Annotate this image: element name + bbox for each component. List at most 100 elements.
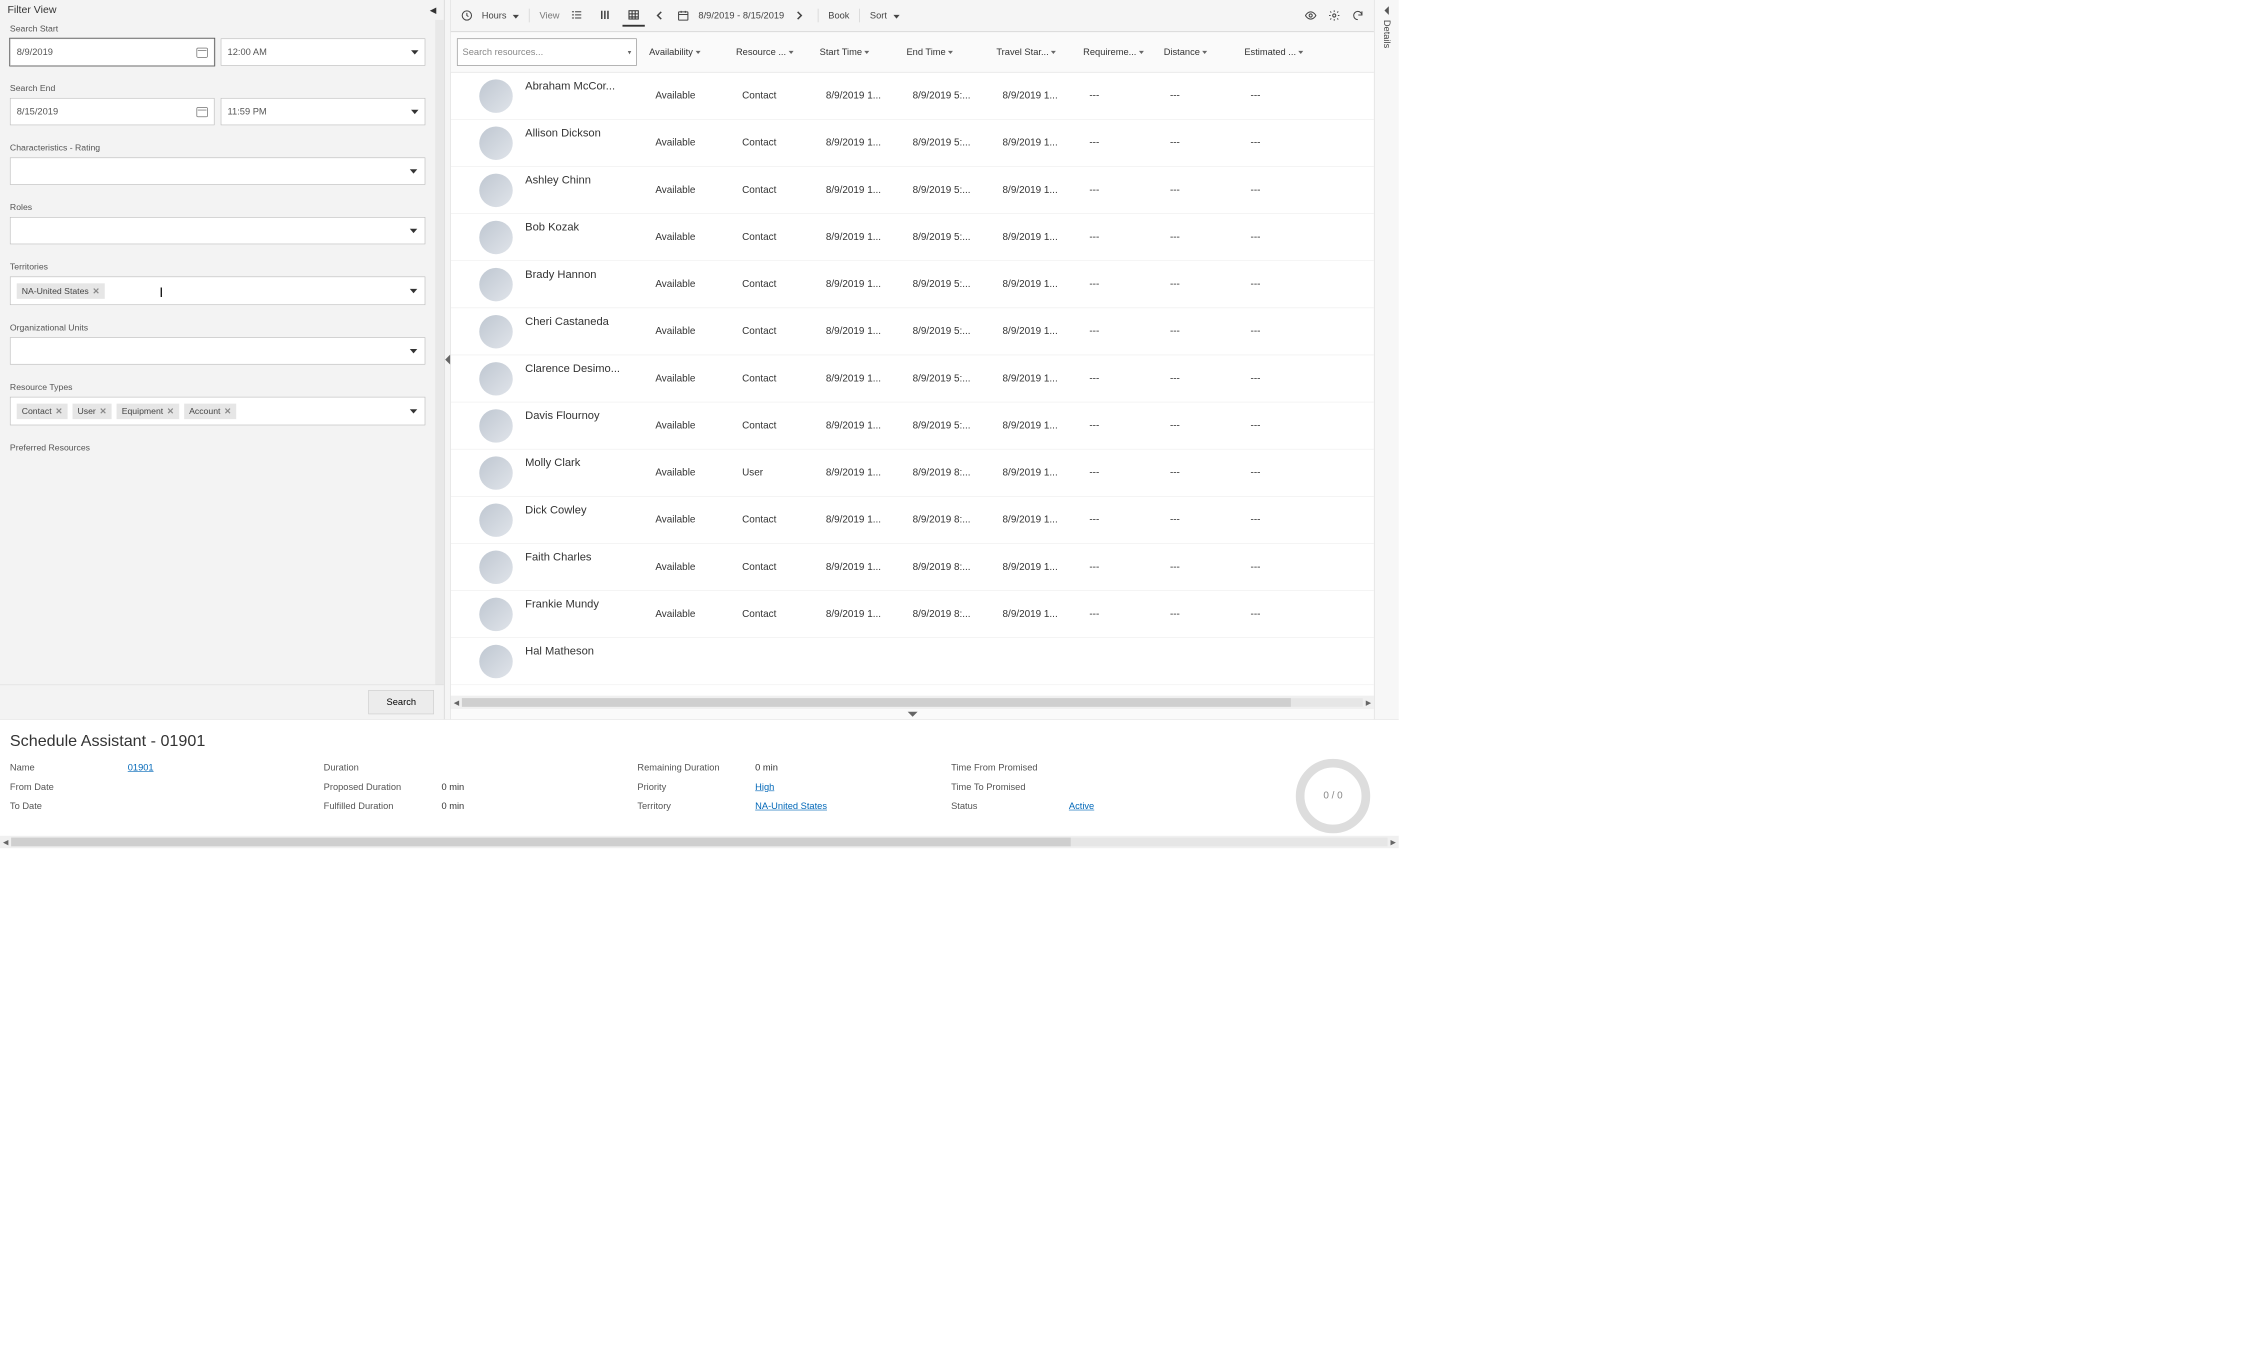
table-row[interactable]: Hal Matheson [451,638,1374,685]
search-start-date-input[interactable]: 8/9/2019 [10,38,215,65]
gear-icon[interactable] [1326,7,1343,24]
eye-icon[interactable] [1302,7,1319,24]
table-row[interactable]: Clarence Desimo...AvailableContact8/9/20… [451,355,1374,402]
detail-status-link[interactable]: Active [1069,801,1094,812]
view-list-button[interactable] [566,4,588,26]
cell-resource-type: Contact [742,184,826,195]
search-end-time-input[interactable]: 11:59 PM [221,98,426,125]
table-row[interactable]: Dick CowleyAvailableContact8/9/2019 1...… [451,497,1374,544]
cell-distance: --- [1170,467,1251,478]
cell-availability: Available [655,184,742,195]
table-row[interactable]: Cheri CastanedaAvailableContact8/9/2019 … [451,308,1374,355]
col-requirement[interactable]: Requireme... [1083,47,1164,58]
territories-dropdown[interactable]: NA-United States ✕ I [10,277,425,306]
scroll-left-icon[interactable]: ◀ [0,838,11,846]
hours-dropdown[interactable]: Hours [482,10,519,21]
next-button[interactable] [790,7,807,24]
cell-estimated: --- [1251,373,1332,384]
calendar-icon[interactable] [197,47,208,58]
view-label: View [540,10,560,21]
cell-distance: --- [1170,279,1251,290]
scroll-right-icon[interactable]: ▶ [1363,698,1374,706]
detail-priority-link[interactable]: High [755,782,774,793]
remove-tag-icon[interactable]: ✕ [92,286,99,297]
scroll-left-icon[interactable]: ◀ [451,698,462,706]
col-distance[interactable]: Distance [1164,47,1245,58]
col-estimated[interactable]: Estimated ... [1244,47,1325,58]
avatar [479,409,512,442]
text-cursor-icon: I [159,285,160,300]
book-button[interactable]: Book [828,10,849,21]
view-columns-button[interactable] [594,4,616,26]
horizontal-scrollbar[interactable]: ◀ ▶ [451,696,1374,710]
chevron-down-icon [410,349,417,353]
grid-wrapper[interactable]: Search resources... ▾ Availability Resou… [451,32,1374,695]
chevron-left-icon [1384,6,1388,15]
avatar [479,268,512,301]
remove-tag-icon[interactable]: ✕ [100,406,107,417]
resource-name: Hal Matheson [525,645,655,658]
resource-name: Allison Dickson [525,126,655,139]
cell-end-time: 8/9/2019 5:... [913,326,1003,337]
cell-start-time: 8/9/2019 1... [826,609,913,620]
search-button[interactable]: Search [369,690,434,714]
table-row[interactable]: Faith CharlesAvailableContact8/9/2019 1.… [451,544,1374,591]
filter-title: Filter View [7,4,56,16]
characteristics-dropdown[interactable] [10,157,425,184]
sort-dropdown[interactable]: Sort [870,10,900,21]
resource-types-dropdown[interactable]: Contact✕ User✕ Equipment✕ Account✕ [10,397,425,426]
table-row[interactable]: Brady HannonAvailableContact8/9/2019 1..… [451,261,1374,308]
clock-icon[interactable] [458,7,475,24]
resource-name: Ashley Chinn [525,174,655,187]
search-start-time-input[interactable]: 12:00 AM [221,38,426,65]
filter-header: Filter View ◀ [0,0,444,20]
remove-tag-icon[interactable]: ✕ [224,406,231,417]
cell-end-time: 8/9/2019 8:... [913,561,1003,572]
col-start-time[interactable]: Start Time [820,47,907,58]
col-travel-start[interactable]: Travel Star... [996,47,1083,58]
bottom-horizontal-scrollbar[interactable]: ◀ ▶ [0,836,1399,848]
detail-name-link[interactable]: 01901 [128,763,154,774]
cell-resource-type: User [742,467,826,478]
scroll-right-icon[interactable]: ▶ [1388,838,1399,846]
table-row[interactable]: Davis FlournoyAvailableContact8/9/2019 1… [451,402,1374,449]
detail-territory-label: Territory [637,801,755,812]
grid-toolbar: Hours View [451,0,1374,32]
chevron-down-icon[interactable]: ▾ [628,48,631,56]
detail-territory-link[interactable]: NA-United States [755,801,827,812]
details-collapse-tab[interactable]: Details [1374,0,1399,719]
col-availability[interactable]: Availability [649,47,736,58]
prev-button[interactable] [651,7,668,24]
view-grid-button[interactable] [623,4,645,26]
cell-distance: --- [1170,373,1251,384]
table-row[interactable]: Bob KozakAvailableContact8/9/2019 1...8/… [451,214,1374,261]
org-units-dropdown[interactable] [10,337,425,364]
table-row[interactable]: Ashley ChinnAvailableContact8/9/2019 1..… [451,167,1374,214]
col-end-time[interactable]: End Time [906,47,996,58]
search-resources-input[interactable]: Search resources... ▾ [457,38,637,65]
cell-end-time: 8/9/2019 5:... [913,184,1003,195]
org-units-label: Organizational Units [10,322,425,332]
collapse-left-icon[interactable]: ◀ [430,5,437,16]
cell-resource-type: Contact [742,609,826,620]
table-row[interactable]: Molly ClarkAvailableUser8/9/2019 1...8/9… [451,450,1374,497]
cell-requirement: --- [1089,279,1170,290]
avatar [479,173,512,206]
remove-tag-icon[interactable]: ✕ [55,406,62,417]
col-resource-type[interactable]: Resource ... [736,47,820,58]
chevron-left-icon [445,355,450,365]
remove-tag-icon[interactable]: ✕ [167,406,174,417]
table-row[interactable]: Abraham McCor...AvailableContact8/9/2019… [451,73,1374,120]
roles-dropdown[interactable] [10,217,425,244]
search-end-label: Search End [10,83,425,93]
table-row[interactable]: Allison DicksonAvailableContact8/9/2019 … [451,120,1374,167]
calendar-picker-button[interactable] [675,7,692,24]
search-end-date-input[interactable]: 8/15/2019 [10,98,215,125]
resize-handle-horizontal[interactable] [451,709,1374,719]
calendar-icon[interactable] [197,106,208,117]
cell-distance: --- [1170,609,1251,620]
table-row[interactable]: Frankie MundyAvailableContact8/9/2019 1.… [451,591,1374,638]
refresh-icon[interactable] [1349,7,1366,24]
cell-distance: --- [1170,184,1251,195]
cell-estimated: --- [1251,561,1332,572]
